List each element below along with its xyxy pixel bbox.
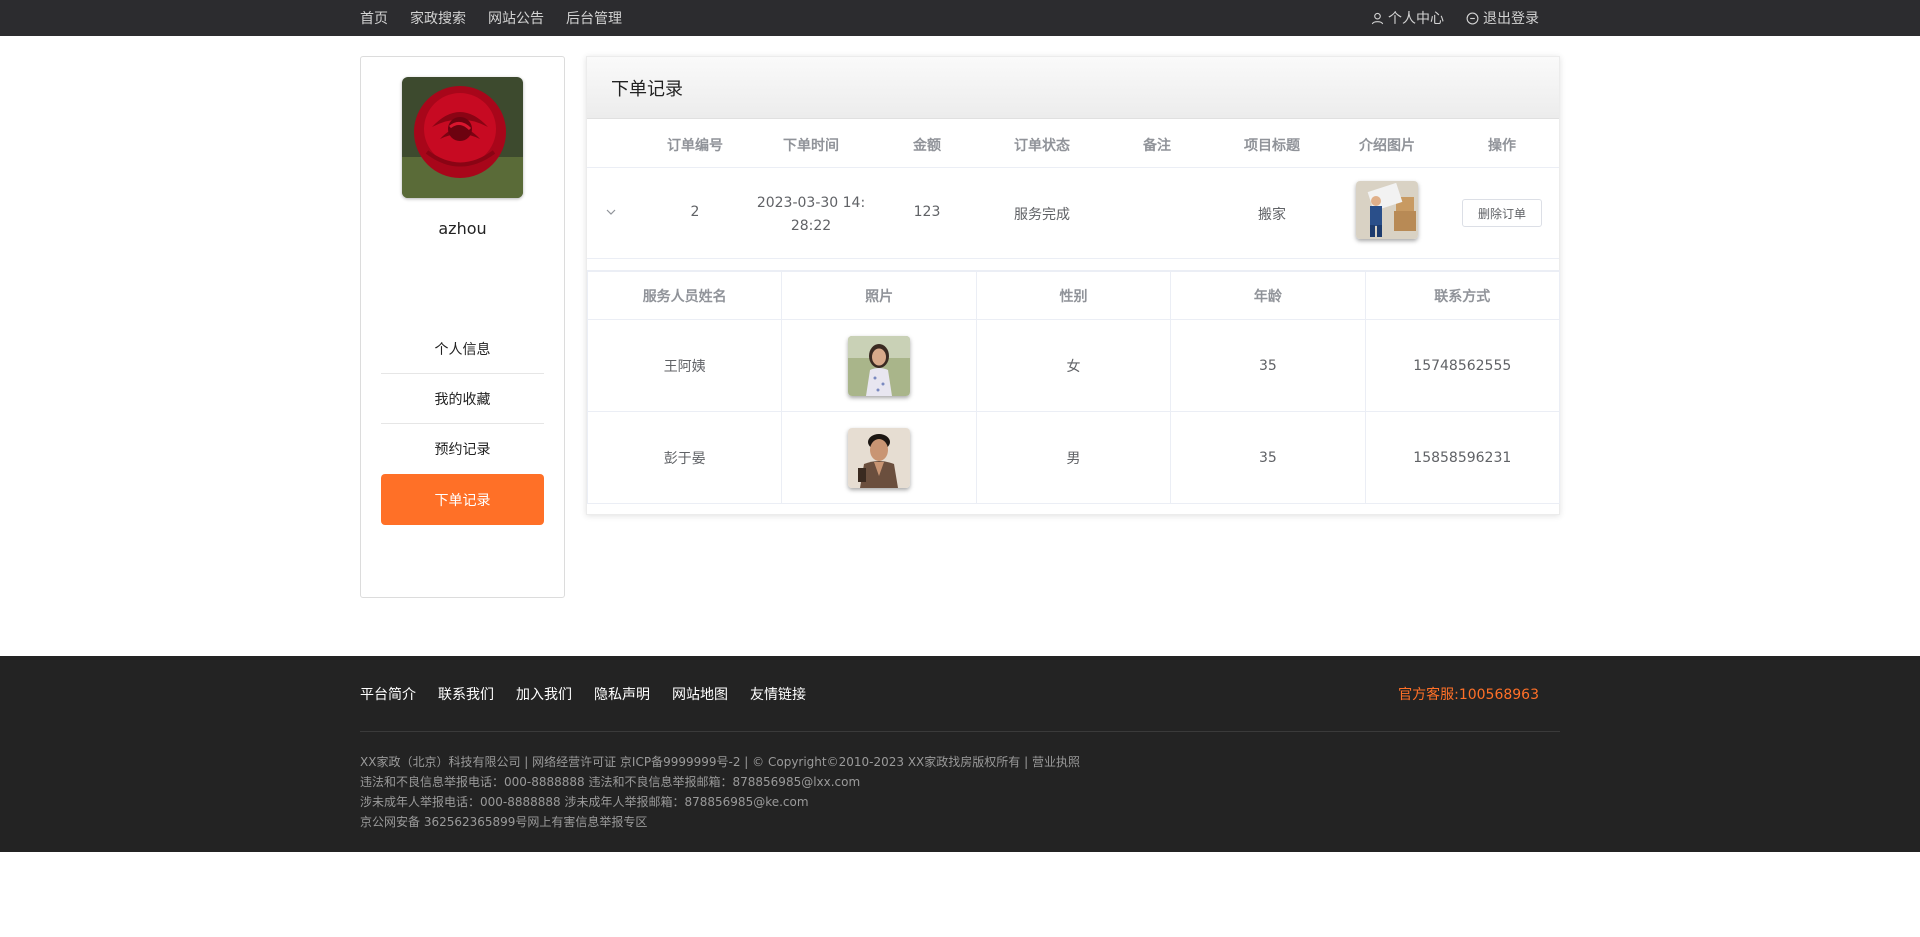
sidebar-item-favorites[interactable]: 我的收藏 [381,374,544,424]
delete-order-button[interactable]: 删除订单 [1462,199,1542,227]
panel-title: 下单记录 [587,57,1559,119]
profile-sidebar: azhou 个人信息 我的收藏 预约记录 下单记录 [360,56,565,598]
col-project-title: 项目标题 [1244,138,1300,154]
order-action-cell: 删除订单 [1462,199,1542,227]
staff-gender: 女 [975,319,1172,412]
staff-phone: 15748562555 [1364,319,1561,412]
staff-table: 服务人员姓名 照片 性别 年龄 联系方式 王阿姨 女 35 1574856255… [586,270,1561,504]
footer-link-about[interactable]: 平台简介 [360,684,416,704]
customer-service: 官方客服:100568963 [1398,687,1539,703]
sidebar-item-orders[interactable]: 下单记录 [381,474,544,525]
top-nav-bar: 首页 家政搜索 网站公告 后台管理 个人中心 退出登录 [0,0,1920,36]
sidebar-item-profile[interactable]: 个人信息 [381,324,544,374]
order-id: 2 [690,204,700,220]
user-icon [1371,12,1384,24]
footer-legal: XX家政（北京）科技有限公司 | 网络经营许可证 京ICP备9999999号-2… [360,752,1080,832]
footer-legal-line: 违法和不良信息举报电话：000-8888888 违法和不良信息举报邮箱：8788… [360,775,861,789]
col-remark: 备注 [1143,138,1171,154]
order-table-header: 订单编号 下单时间 金额 订单状态 备注 项目标题 介绍图片 操作 [587,119,1559,168]
order-project-title: 搬家 [1258,207,1286,223]
order-time-line2: 28:22 [790,218,832,234]
col-amount: 金额 [913,138,941,154]
logout-icon [1466,12,1479,24]
footer-link-friends[interactable]: 友情链接 [750,684,806,704]
col-order-id: 订单编号 [667,138,723,154]
logout-link[interactable]: 退出登录 [1466,8,1539,28]
col-staff-gender: 性别 [975,271,1172,320]
table-row: 彭于晏 男 35 15858596231 [586,411,1561,504]
username: azhou [438,219,487,238]
staff-age: 35 [1170,319,1366,412]
sidebar-item-reservations[interactable]: 预约记录 [381,424,544,474]
nav-admin[interactable]: 后台管理 [566,8,622,28]
user-center-label: 个人中心 [1388,11,1444,27]
order-image [1356,181,1418,239]
table-row: 王阿姨 女 35 15748562555 [586,319,1561,412]
avatar [402,77,523,198]
logout-label: 退出登录 [1483,11,1539,27]
col-action: 操作 [1488,138,1516,154]
footer-legal-line: 京公网安备 362562365899号网上有害信息举报专区 [360,815,648,829]
col-status: 订单状态 [1014,138,1070,154]
order-time: 2023-03-30 14: 28:22 [757,192,865,238]
order-status: 服务完成 [1014,207,1070,223]
user-nav: 个人中心 退出登录 [1349,0,1539,36]
staff-age: 35 [1170,411,1366,504]
chevron-down-icon[interactable] [605,206,617,218]
footer-link-privacy[interactable]: 隐私声明 [594,684,650,704]
footer: 平台简介 联系我们 加入我们 隐私声明 网站地图 友情链接 官方客服:10056… [0,656,1920,852]
user-center-link[interactable]: 个人中心 [1371,8,1444,28]
col-staff-name: 服务人员姓名 [586,271,783,320]
nav-announcements[interactable]: 网站公告 [488,8,544,28]
staff-phone: 15858596231 [1364,411,1561,504]
col-order-time: 下单时间 [783,138,839,154]
staff-photo [848,427,911,488]
staff-name: 王阿姨 [586,319,783,412]
staff-photo [848,335,911,396]
table-row: 2 2023-03-30 14: 28:22 123 服务完成 搬家 删除订单 [587,168,1559,259]
col-staff-photo: 照片 [781,271,977,320]
staff-photo-cell [781,411,977,504]
staff-gender: 男 [975,411,1172,504]
nav-home[interactable]: 首页 [360,8,388,28]
footer-links: 平台简介 联系我们 加入我们 隐私声明 网站地图 友情链接 [360,684,828,704]
order-records-panel: 下单记录 订单编号 下单时间 金额 订单状态 备注 项目标题 介绍图片 操作 2… [586,56,1561,515]
nav-search[interactable]: 家政搜索 [410,8,466,28]
main-nav: 首页 家政搜索 网站公告 后台管理 [360,0,644,36]
footer-legal-line: 涉未成年人举报电话：000-8888888 涉未成年人举报邮箱：87885698… [360,795,809,809]
footer-link-contact[interactable]: 联系我们 [438,684,494,704]
order-amount: 123 [913,204,941,220]
footer-link-sitemap[interactable]: 网站地图 [672,684,728,704]
moving-service-image [1356,181,1418,239]
col-image: 介绍图片 [1359,138,1415,154]
order-time-line1: 2023-03-30 14: [756,195,866,211]
footer-legal-line: XX家政（北京）科技有限公司 | 网络经营许可证 京ICP备9999999号-2… [360,755,1080,769]
col-staff-contact: 联系方式 [1364,271,1561,320]
footer-divider [360,731,1560,732]
col-staff-age: 年龄 [1170,271,1366,320]
sidebar-menu: 个人信息 我的收藏 预约记录 下单记录 [381,324,544,525]
staff-name: 彭于晏 [586,411,783,504]
staff-photo-cell [781,319,977,412]
staff-header-row: 服务人员姓名 照片 性别 年龄 联系方式 [586,271,1561,320]
footer-link-join[interactable]: 加入我们 [516,684,572,704]
